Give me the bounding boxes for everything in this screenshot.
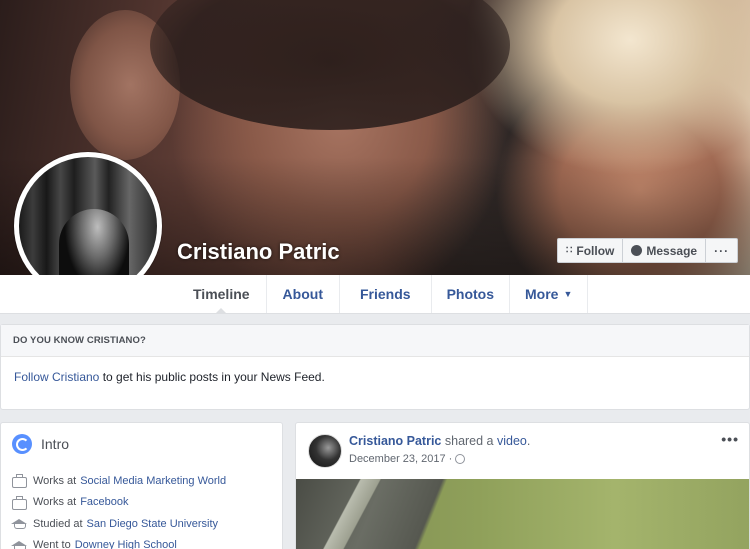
profile-nav: Timeline About Friends Photos More ▼ (0, 275, 750, 314)
tab-label: Photos (446, 286, 495, 302)
follow-explanation: to get his public posts in your News Fee… (99, 370, 325, 384)
post-date-link[interactable]: December 23, 2017 · (349, 453, 452, 465)
post-options-button[interactable]: ••• (721, 431, 739, 447)
cover-photo-detail (150, 0, 510, 130)
post-author-link[interactable]: Cristiano Patric (349, 434, 441, 448)
globe-icon (12, 434, 32, 454)
intro-heading: Intro (12, 434, 69, 454)
follow-label: Follow (576, 243, 615, 258)
intro-title: Intro (41, 436, 70, 452)
intro-item-link[interactable]: Facebook (80, 496, 128, 508)
public-globe-icon (455, 454, 466, 464)
message-label: Message (646, 243, 698, 258)
tab-more[interactable]: More ▼ (510, 275, 589, 313)
message-button[interactable]: Message (623, 238, 707, 263)
profile-actions: ∷ Follow Message ··· (557, 238, 739, 263)
intro-item-prefix: Went to (33, 539, 71, 549)
intro-item: Studied at San Diego State University (11, 513, 226, 535)
graduation-cap-icon (11, 539, 28, 549)
post-author-avatar[interactable] (308, 434, 342, 468)
intro-item-prefix: Works at (33, 474, 77, 487)
intro-item-prefix: Works at (33, 496, 77, 509)
ellipsis-icon: ··· (714, 243, 730, 258)
profile-page: Cristiano Patric ∷ Follow Message ··· Ti… (0, 0, 750, 549)
graduation-cap-icon (11, 517, 28, 530)
tab-label: About (282, 286, 323, 302)
intro-item-link[interactable]: Downey High School (75, 539, 177, 549)
tab-about[interactable]: About (267, 275, 340, 313)
tab-label: Friends (359, 286, 411, 302)
caret-down-icon: ▼ (563, 289, 573, 299)
do-you-know-box: DO YOU KNOW CRISTIANO? Follow Cristiano … (0, 324, 750, 410)
post-video-thumbnail[interactable] (296, 479, 749, 549)
do-you-know-heading: DO YOU KNOW CRISTIANO? (1, 325, 749, 357)
tab-friends[interactable]: Friends (340, 275, 432, 313)
briefcase-icon (11, 495, 28, 510)
tab-photos[interactable]: Photos (432, 275, 511, 313)
follow-button[interactable]: ∷ Follow (557, 238, 624, 263)
intro-item-prefix: Studied at (33, 517, 83, 530)
briefcase-icon (11, 474, 28, 489)
tab-label: More (525, 286, 559, 302)
intro-item: Works at Social Media Marketing World (11, 470, 226, 492)
profile-tabs: Timeline About Friends Photos More ▼ (177, 275, 589, 314)
post-header-suffix: . (526, 434, 531, 448)
follow-link[interactable]: Follow Cristiano (14, 370, 99, 384)
post-card: Cristiano Patric shared a video. Decembe… (295, 422, 750, 549)
rss-icon: ∷ (566, 245, 573, 256)
intro-item-link[interactable]: San Diego State University (87, 518, 218, 530)
post-action-text: shared a (441, 434, 497, 448)
more-options-button[interactable]: ··· (706, 238, 739, 263)
post-timestamp: December 23, 2017 · (349, 453, 466, 465)
intro-card: Intro Works at Social Media Marketing Wo… (0, 422, 283, 549)
post-header: Cristiano Patric shared a video. (349, 434, 530, 448)
messenger-icon (631, 245, 643, 256)
intro-item-link[interactable]: Social Media Marketing World (80, 475, 226, 487)
video-thumbnail-detail (306, 479, 396, 549)
tab-label: Timeline (193, 286, 250, 302)
post-video-link[interactable]: video (497, 434, 527, 448)
intro-item: Works at Facebook (11, 492, 226, 514)
intro-list: Works at Social Media Marketing World Wo… (11, 470, 226, 549)
do-you-know-text: Follow Cristiano to get his public posts… (1, 357, 749, 384)
profile-name[interactable]: Cristiano Patric (177, 239, 340, 265)
intro-item: Went to Downey High School (11, 535, 226, 549)
tab-timeline[interactable]: Timeline (177, 275, 267, 314)
